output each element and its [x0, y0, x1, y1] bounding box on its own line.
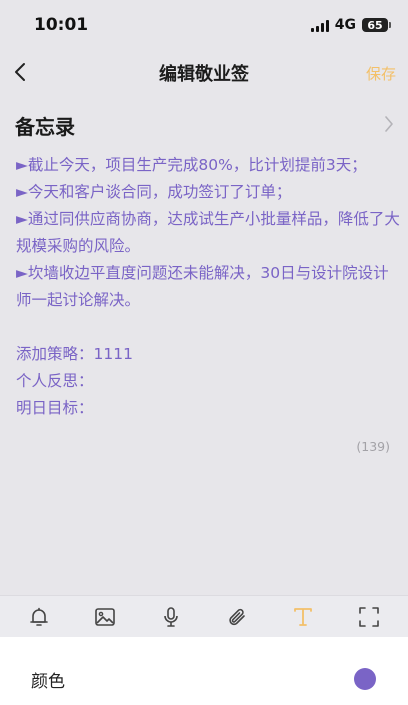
note-field: 个人反思： — [16, 372, 94, 390]
microphone-icon — [164, 606, 178, 627]
color-label: 颜色 — [31, 672, 65, 692]
save-button[interactable]: 保存 — [366, 63, 396, 84]
fullscreen-icon — [359, 606, 379, 627]
network-type: 4G — [334, 17, 356, 33]
page-title: 编辑敬业签 — [159, 64, 249, 85]
status-bar: 10:01 4G 65 — [0, 0, 408, 50]
image-icon — [95, 607, 115, 626]
signal-icon — [310, 19, 329, 32]
status-time: 10:01 — [34, 15, 89, 35]
note-line: ►截止今天，项目生产完成80%，比计划提前3天； — [16, 156, 367, 174]
category-selector[interactable]: 备忘录 — [0, 105, 408, 145]
color-panel: 颜色 — [0, 637, 408, 705]
reminder-button[interactable] — [22, 600, 56, 634]
note-line: ►通过同供应商协商，达成试生产小批量样品，降低了大规模采购的风险。 — [16, 210, 400, 255]
note-field: 添加策略：1111 — [16, 345, 133, 363]
fullscreen-button[interactable] — [352, 600, 386, 634]
category-label: 备忘录 — [15, 115, 75, 139]
editor-toolbar — [0, 595, 408, 637]
note-editor[interactable]: ►截止今天，项目生产完成80%，比计划提前3天； ►今天和客户谈合同，成功签订了… — [16, 152, 400, 422]
insert-image-button[interactable] — [88, 600, 122, 634]
battery-icon: 65 — [362, 18, 391, 32]
battery-level: 65 — [367, 18, 383, 32]
character-count: (139) — [356, 439, 390, 454]
paperclip-icon — [229, 608, 245, 625]
chevron-right-icon — [385, 116, 393, 132]
color-swatch[interactable] — [354, 668, 376, 690]
status-indicators: 4G 65 — [310, 17, 391, 33]
nav-bar: 编辑敬业签 保存 — [0, 52, 408, 92]
note-line: ►今天和客户谈合同，成功签订了订单； — [16, 183, 292, 201]
text-format-button[interactable] — [286, 600, 320, 634]
attachment-button[interactable] — [220, 600, 254, 634]
bell-icon — [30, 607, 48, 626]
note-line: ►坎墙收边平直度问题还未能解决，30日与设计院设计师一起讨论解决。 — [16, 264, 389, 309]
note-field: 明日目标： — [16, 399, 94, 417]
text-format-icon — [294, 607, 312, 626]
voice-input-button[interactable] — [154, 600, 188, 634]
